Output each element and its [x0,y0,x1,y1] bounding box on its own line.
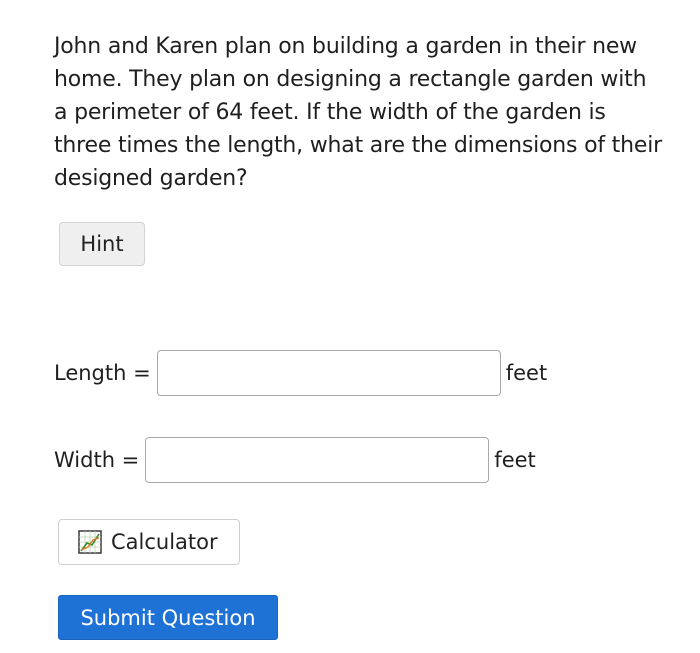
length-label: Length = [54,361,151,385]
length-unit: feet [505,361,548,385]
width-unit: feet [494,448,536,472]
width-input[interactable] [145,437,490,483]
question-text: John and Karen plan on building a garden… [54,34,662,191]
submit-question-button[interactable]: Submit Question [58,595,278,640]
width-label: Width = [54,448,140,472]
hint-button[interactable]: Hint [59,222,145,266]
graph-paper-icon [78,530,102,554]
length-input[interactable] [156,350,501,396]
calculator-label: Calculator [111,530,218,554]
length-answer-row: Length = feet [54,349,547,397]
width-answer-row: Width = feet [54,436,536,484]
calculator-button[interactable]: Calculator [58,519,240,565]
